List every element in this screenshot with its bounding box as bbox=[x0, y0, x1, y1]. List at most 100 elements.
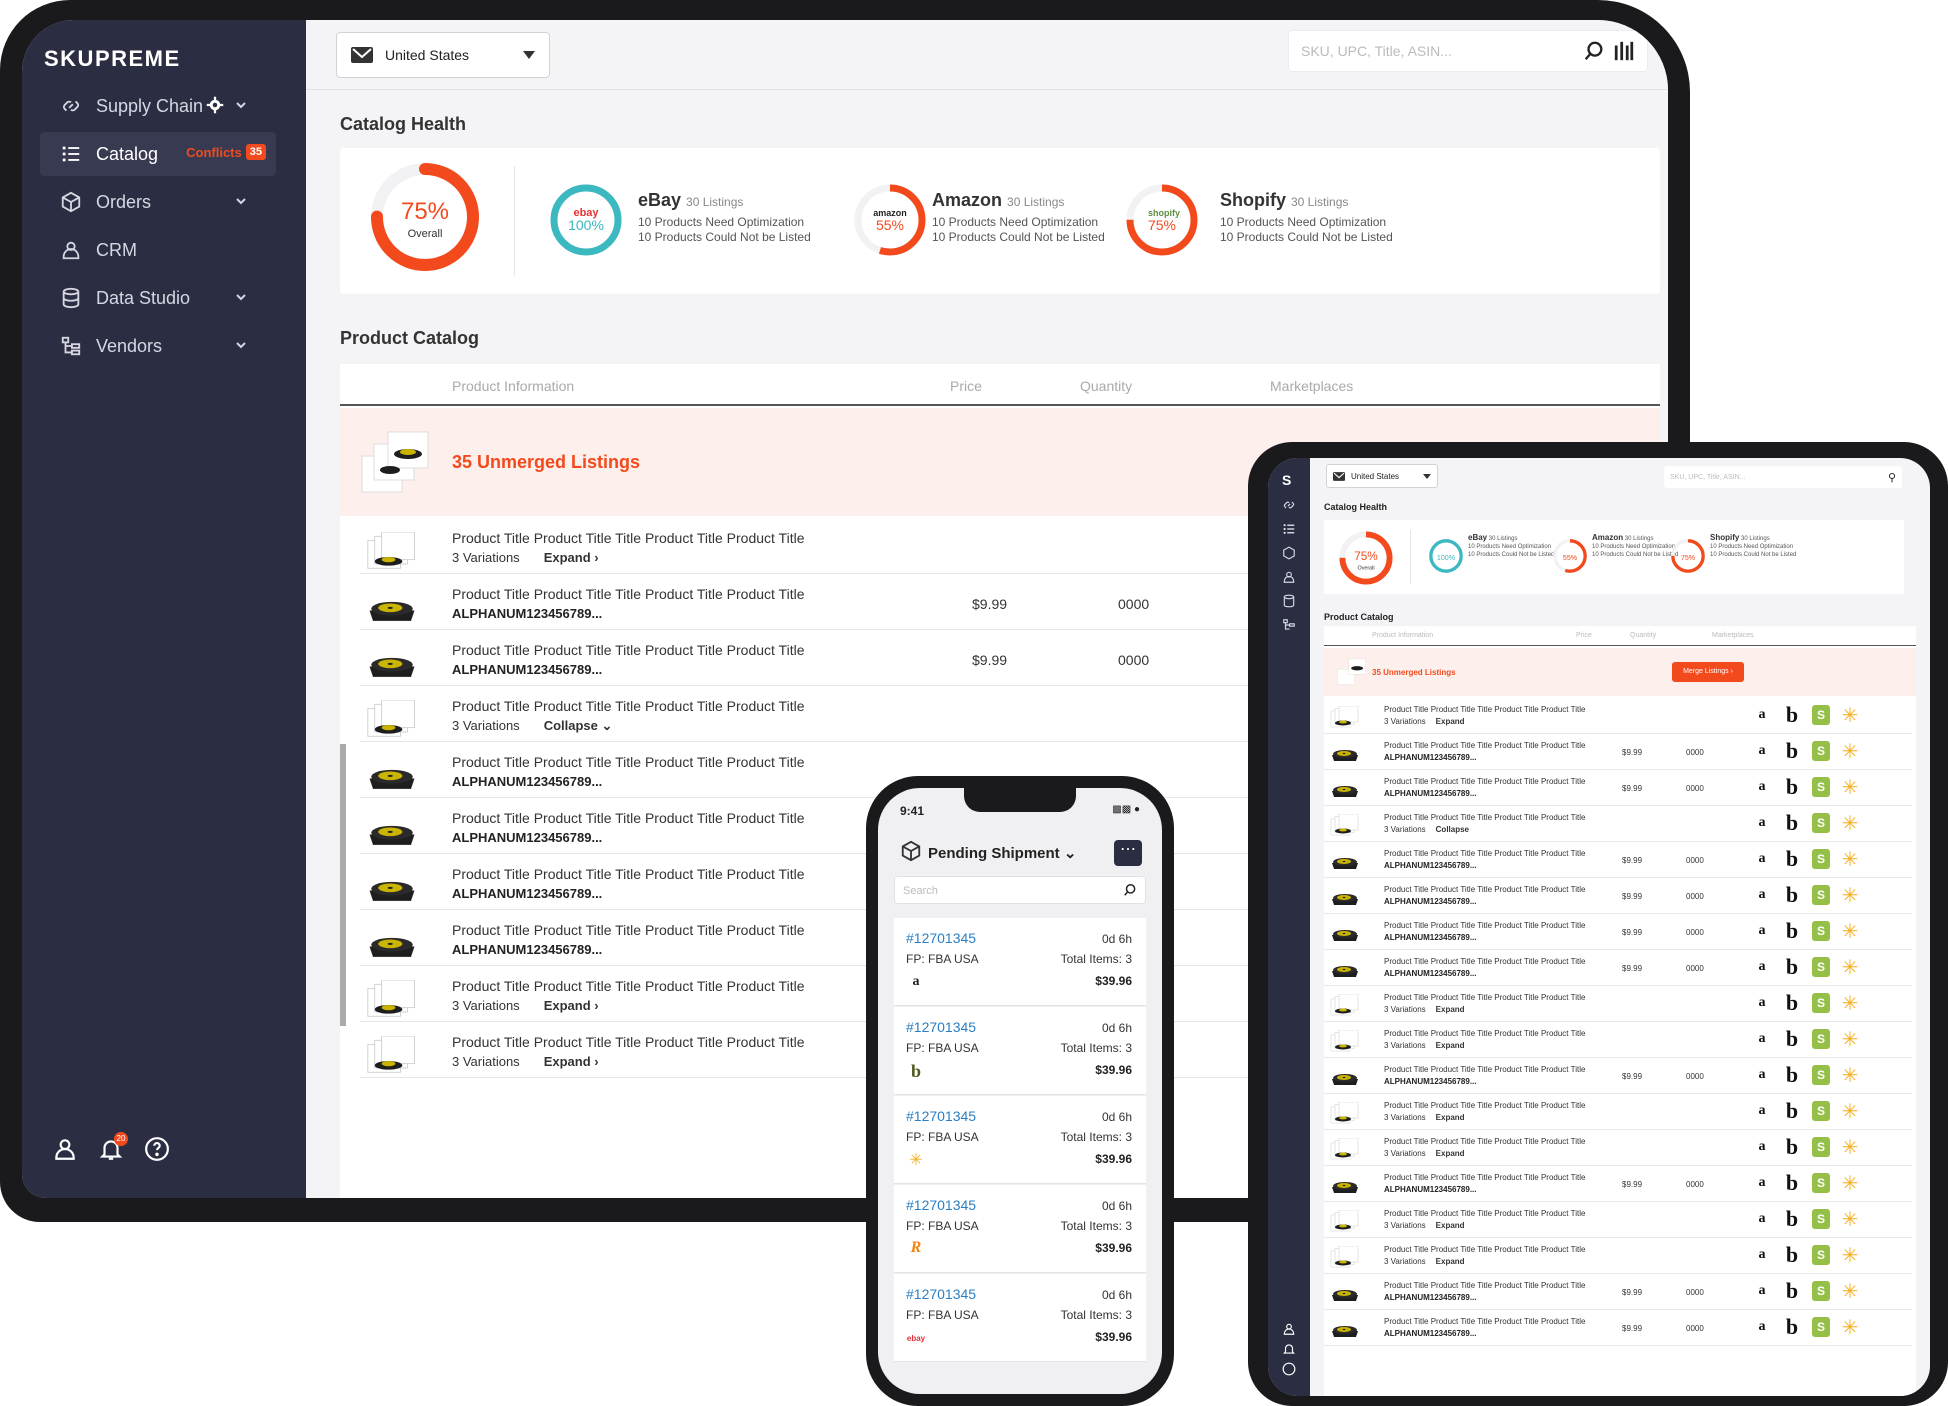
order-card[interactable]: #12701345 0d 6h FP: FBA USA Total Items: 3 $… bbox=[894, 918, 1146, 1006]
expand-toggle[interactable]: Collapse bbox=[1436, 825, 1469, 834]
walmart-icon[interactable]: ✳ bbox=[1840, 741, 1860, 761]
amazon-icon[interactable]: a bbox=[1752, 1247, 1772, 1263]
expand-toggle[interactable]: Expand bbox=[1436, 1257, 1465, 1266]
table-row[interactable]: Product Title Product Title Title Produc… bbox=[1324, 770, 1912, 806]
walmart-icon[interactable]: ✳ bbox=[1840, 813, 1860, 833]
sidebar-item-orders[interactable]: Orders bbox=[40, 180, 276, 224]
amazon-icon[interactable]: a bbox=[1752, 1139, 1772, 1155]
search-input[interactable]: SKU, UPC, Title, ASIN... bbox=[1288, 30, 1648, 72]
table-row[interactable]: Product Title Product Title Title Produc… bbox=[1324, 950, 1912, 986]
box-icon[interactable] bbox=[1282, 546, 1296, 560]
search-icon[interactable] bbox=[1123, 883, 1137, 897]
shopify-icon[interactable]: S bbox=[1812, 741, 1830, 761]
table-row[interactable]: Product Title Product Title Title Produc… bbox=[1324, 1094, 1912, 1130]
amazon-icon[interactable]: a bbox=[1752, 743, 1772, 759]
amazon-icon[interactable]: a bbox=[1752, 959, 1772, 975]
bonanza-icon[interactable]: b bbox=[1782, 1136, 1802, 1158]
bonanza-icon[interactable]: b bbox=[1782, 992, 1802, 1014]
table-row[interactable]: Product Title Product Title Title Produc… bbox=[1324, 1274, 1912, 1310]
list-icon[interactable] bbox=[1282, 522, 1296, 536]
bell-icon[interactable] bbox=[1282, 1342, 1296, 1356]
amazon-icon[interactable]: a bbox=[1752, 1283, 1772, 1299]
amazon-icon[interactable]: a bbox=[1752, 851, 1772, 867]
help-icon[interactable] bbox=[144, 1136, 170, 1162]
expand-toggle[interactable]: Collapse ⌄ bbox=[544, 718, 613, 733]
shopify-icon[interactable]: S bbox=[1812, 957, 1830, 977]
expand-toggle[interactable]: Expand › bbox=[544, 1054, 599, 1069]
table-row[interactable]: Product Title Product Title Title Produc… bbox=[1324, 1202, 1912, 1238]
walmart-icon[interactable]: ✳ bbox=[1840, 1173, 1860, 1193]
shopify-icon[interactable]: S bbox=[1812, 777, 1830, 797]
sidebar-item-supply-chain[interactable]: Supply Chain bbox=[40, 84, 276, 128]
bonanza-icon[interactable]: b bbox=[1782, 1064, 1802, 1086]
amazon-icon[interactable]: a bbox=[1752, 815, 1772, 831]
bonanza-icon[interactable]: b bbox=[1782, 1280, 1802, 1302]
order-id-link[interactable]: #12701345 bbox=[906, 930, 976, 946]
walmart-icon[interactable]: ✳ bbox=[1840, 957, 1860, 977]
tablet-country-selector[interactable]: United States bbox=[1326, 464, 1438, 488]
hierarchy-icon[interactable] bbox=[1282, 618, 1296, 632]
walmart-icon[interactable]: ✳ bbox=[1840, 921, 1860, 941]
amazon-icon[interactable]: a bbox=[1752, 1211, 1772, 1227]
tablet-search-input[interactable]: SKU, UPC, Title, ASIN... ⚲ bbox=[1664, 466, 1902, 488]
order-card[interactable]: #12701345 0d 6h FP: FBA USA Total Items: 3 $… bbox=[894, 1007, 1146, 1095]
walmart-icon[interactable]: ✳ bbox=[1840, 1245, 1860, 1265]
sidebar-item-catalog[interactable]: Catalog Conflicts 35 bbox=[40, 132, 276, 176]
walmart-icon[interactable]: ✳ bbox=[1840, 993, 1860, 1013]
shopify-icon[interactable]: S bbox=[1812, 1065, 1830, 1085]
walmart-icon[interactable]: ✳ bbox=[1840, 1065, 1860, 1085]
sidebar-item-data-studio[interactable]: Data Studio bbox=[40, 276, 276, 320]
shopify-icon[interactable]: S bbox=[1812, 1101, 1830, 1121]
walmart-icon[interactable]: ✳ bbox=[1840, 1317, 1860, 1337]
bonanza-icon[interactable]: b bbox=[1782, 848, 1802, 870]
amazon-icon[interactable]: a bbox=[1752, 1175, 1772, 1191]
table-row[interactable]: Product Title Product Title Title Produc… bbox=[1324, 698, 1912, 734]
amazon-icon[interactable]: a bbox=[1752, 923, 1772, 939]
table-row[interactable]: Product Title Product Title Title Produc… bbox=[1324, 986, 1912, 1022]
walmart-icon[interactable]: ✳ bbox=[1840, 705, 1860, 725]
walmart-icon[interactable]: ✳ bbox=[1840, 849, 1860, 869]
amazon-icon[interactable]: a bbox=[1752, 1067, 1772, 1083]
shopify-icon[interactable]: S bbox=[1812, 1281, 1830, 1301]
barcode-icon[interactable] bbox=[1613, 40, 1635, 62]
order-id-link[interactable]: #12701345 bbox=[906, 1197, 976, 1213]
walmart-icon[interactable]: ✳ bbox=[1840, 1281, 1860, 1301]
chevron-down-icon[interactable] bbox=[234, 338, 248, 352]
merge-listings-button[interactable]: Merge Listings › bbox=[1672, 662, 1744, 682]
expand-toggle[interactable]: Expand bbox=[1436, 1005, 1465, 1014]
walmart-icon[interactable]: ✳ bbox=[1840, 1029, 1860, 1049]
bonanza-icon[interactable]: b bbox=[1782, 1100, 1802, 1122]
bonanza-icon[interactable]: b bbox=[1782, 776, 1802, 798]
table-row[interactable]: Product Title Product Title Title Produc… bbox=[1324, 914, 1912, 950]
shopify-icon[interactable]: S bbox=[1812, 1173, 1830, 1193]
search-icon[interactable] bbox=[1583, 40, 1605, 62]
database-icon[interactable] bbox=[1282, 594, 1296, 608]
table-row[interactable]: Product Title Product Title Title Produc… bbox=[1324, 842, 1912, 878]
amazon-icon[interactable]: a bbox=[1752, 707, 1772, 723]
expand-toggle[interactable]: Expand bbox=[1436, 1041, 1465, 1050]
bonanza-icon[interactable]: b bbox=[1782, 1172, 1802, 1194]
bonanza-icon[interactable]: b bbox=[1782, 740, 1802, 762]
conflicts-badge[interactable]: Conflicts 35 bbox=[186, 144, 266, 160]
shopify-icon[interactable]: S bbox=[1812, 993, 1830, 1013]
link-icon[interactable] bbox=[1282, 498, 1296, 512]
table-row[interactable]: Product Title Product Title Title Produc… bbox=[1324, 878, 1912, 914]
table-row[interactable]: Product Title Product Title Title Produc… bbox=[1324, 1310, 1912, 1346]
table-row[interactable]: Product Title Product Title Title Produc… bbox=[1324, 1022, 1912, 1058]
expand-toggle[interactable]: Expand bbox=[1436, 1113, 1465, 1122]
chevron-down-icon[interactable] bbox=[234, 290, 248, 304]
order-id-link[interactable]: #12701345 bbox=[906, 1019, 976, 1035]
bonanza-icon[interactable]: b bbox=[1782, 920, 1802, 942]
table-row[interactable]: Product Title Product Title Title Produc… bbox=[1324, 1058, 1912, 1094]
expand-toggle[interactable]: Expand › bbox=[544, 998, 599, 1013]
amazon-icon[interactable]: a bbox=[1752, 1319, 1772, 1335]
expand-toggle[interactable]: Expand bbox=[1436, 1149, 1465, 1158]
bonanza-icon[interactable]: b bbox=[1782, 884, 1802, 906]
table-row[interactable]: Product Title Product Title Title Produc… bbox=[1324, 1166, 1912, 1202]
phone-search-input[interactable]: Search bbox=[894, 876, 1146, 904]
profile-icon[interactable] bbox=[52, 1136, 78, 1162]
walmart-icon[interactable]: ✳ bbox=[1840, 1101, 1860, 1121]
shopify-icon[interactable]: S bbox=[1812, 1029, 1830, 1049]
shopify-icon[interactable]: S bbox=[1812, 849, 1830, 869]
order-card[interactable]: #12701345 0d 6h FP: FBA USA Total Items: 3 $… bbox=[894, 1185, 1146, 1273]
